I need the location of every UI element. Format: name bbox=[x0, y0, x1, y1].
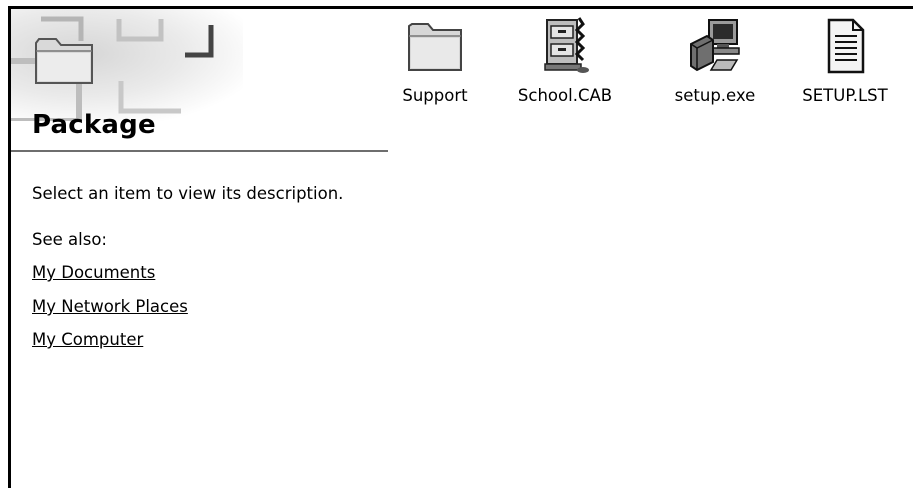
file-label: setup.exe bbox=[674, 86, 756, 105]
folder-icon bbox=[408, 23, 462, 71]
text-document-icon bbox=[827, 18, 865, 74]
link-my-computer[interactable]: My Computer bbox=[32, 330, 143, 349]
title-divider bbox=[11, 150, 388, 152]
file-label: SETUP.LST bbox=[802, 86, 888, 105]
large-folder-icon bbox=[35, 38, 93, 84]
link-my-documents[interactable]: My Documents bbox=[32, 263, 155, 282]
link-my-network-places[interactable]: My Network Places bbox=[32, 297, 188, 316]
file-item-school-cab[interactable]: School.CAB bbox=[510, 14, 620, 114]
see-also-label: See also: bbox=[32, 230, 107, 249]
file-item-setup-lst[interactable]: SETUP.LST bbox=[790, 14, 900, 114]
folder-banner bbox=[11, 9, 243, 121]
file-label: School.CAB bbox=[517, 86, 613, 105]
description-text: Select an item to view its description. bbox=[32, 184, 344, 203]
file-item-support[interactable]: Support bbox=[380, 14, 490, 114]
setup-installer-icon bbox=[690, 19, 740, 72]
file-item-setup-exe[interactable]: setup.exe bbox=[660, 14, 770, 114]
page-title: Package bbox=[32, 110, 156, 140]
file-label: Support bbox=[402, 86, 468, 105]
cabinet-archive-icon bbox=[544, 17, 589, 73]
